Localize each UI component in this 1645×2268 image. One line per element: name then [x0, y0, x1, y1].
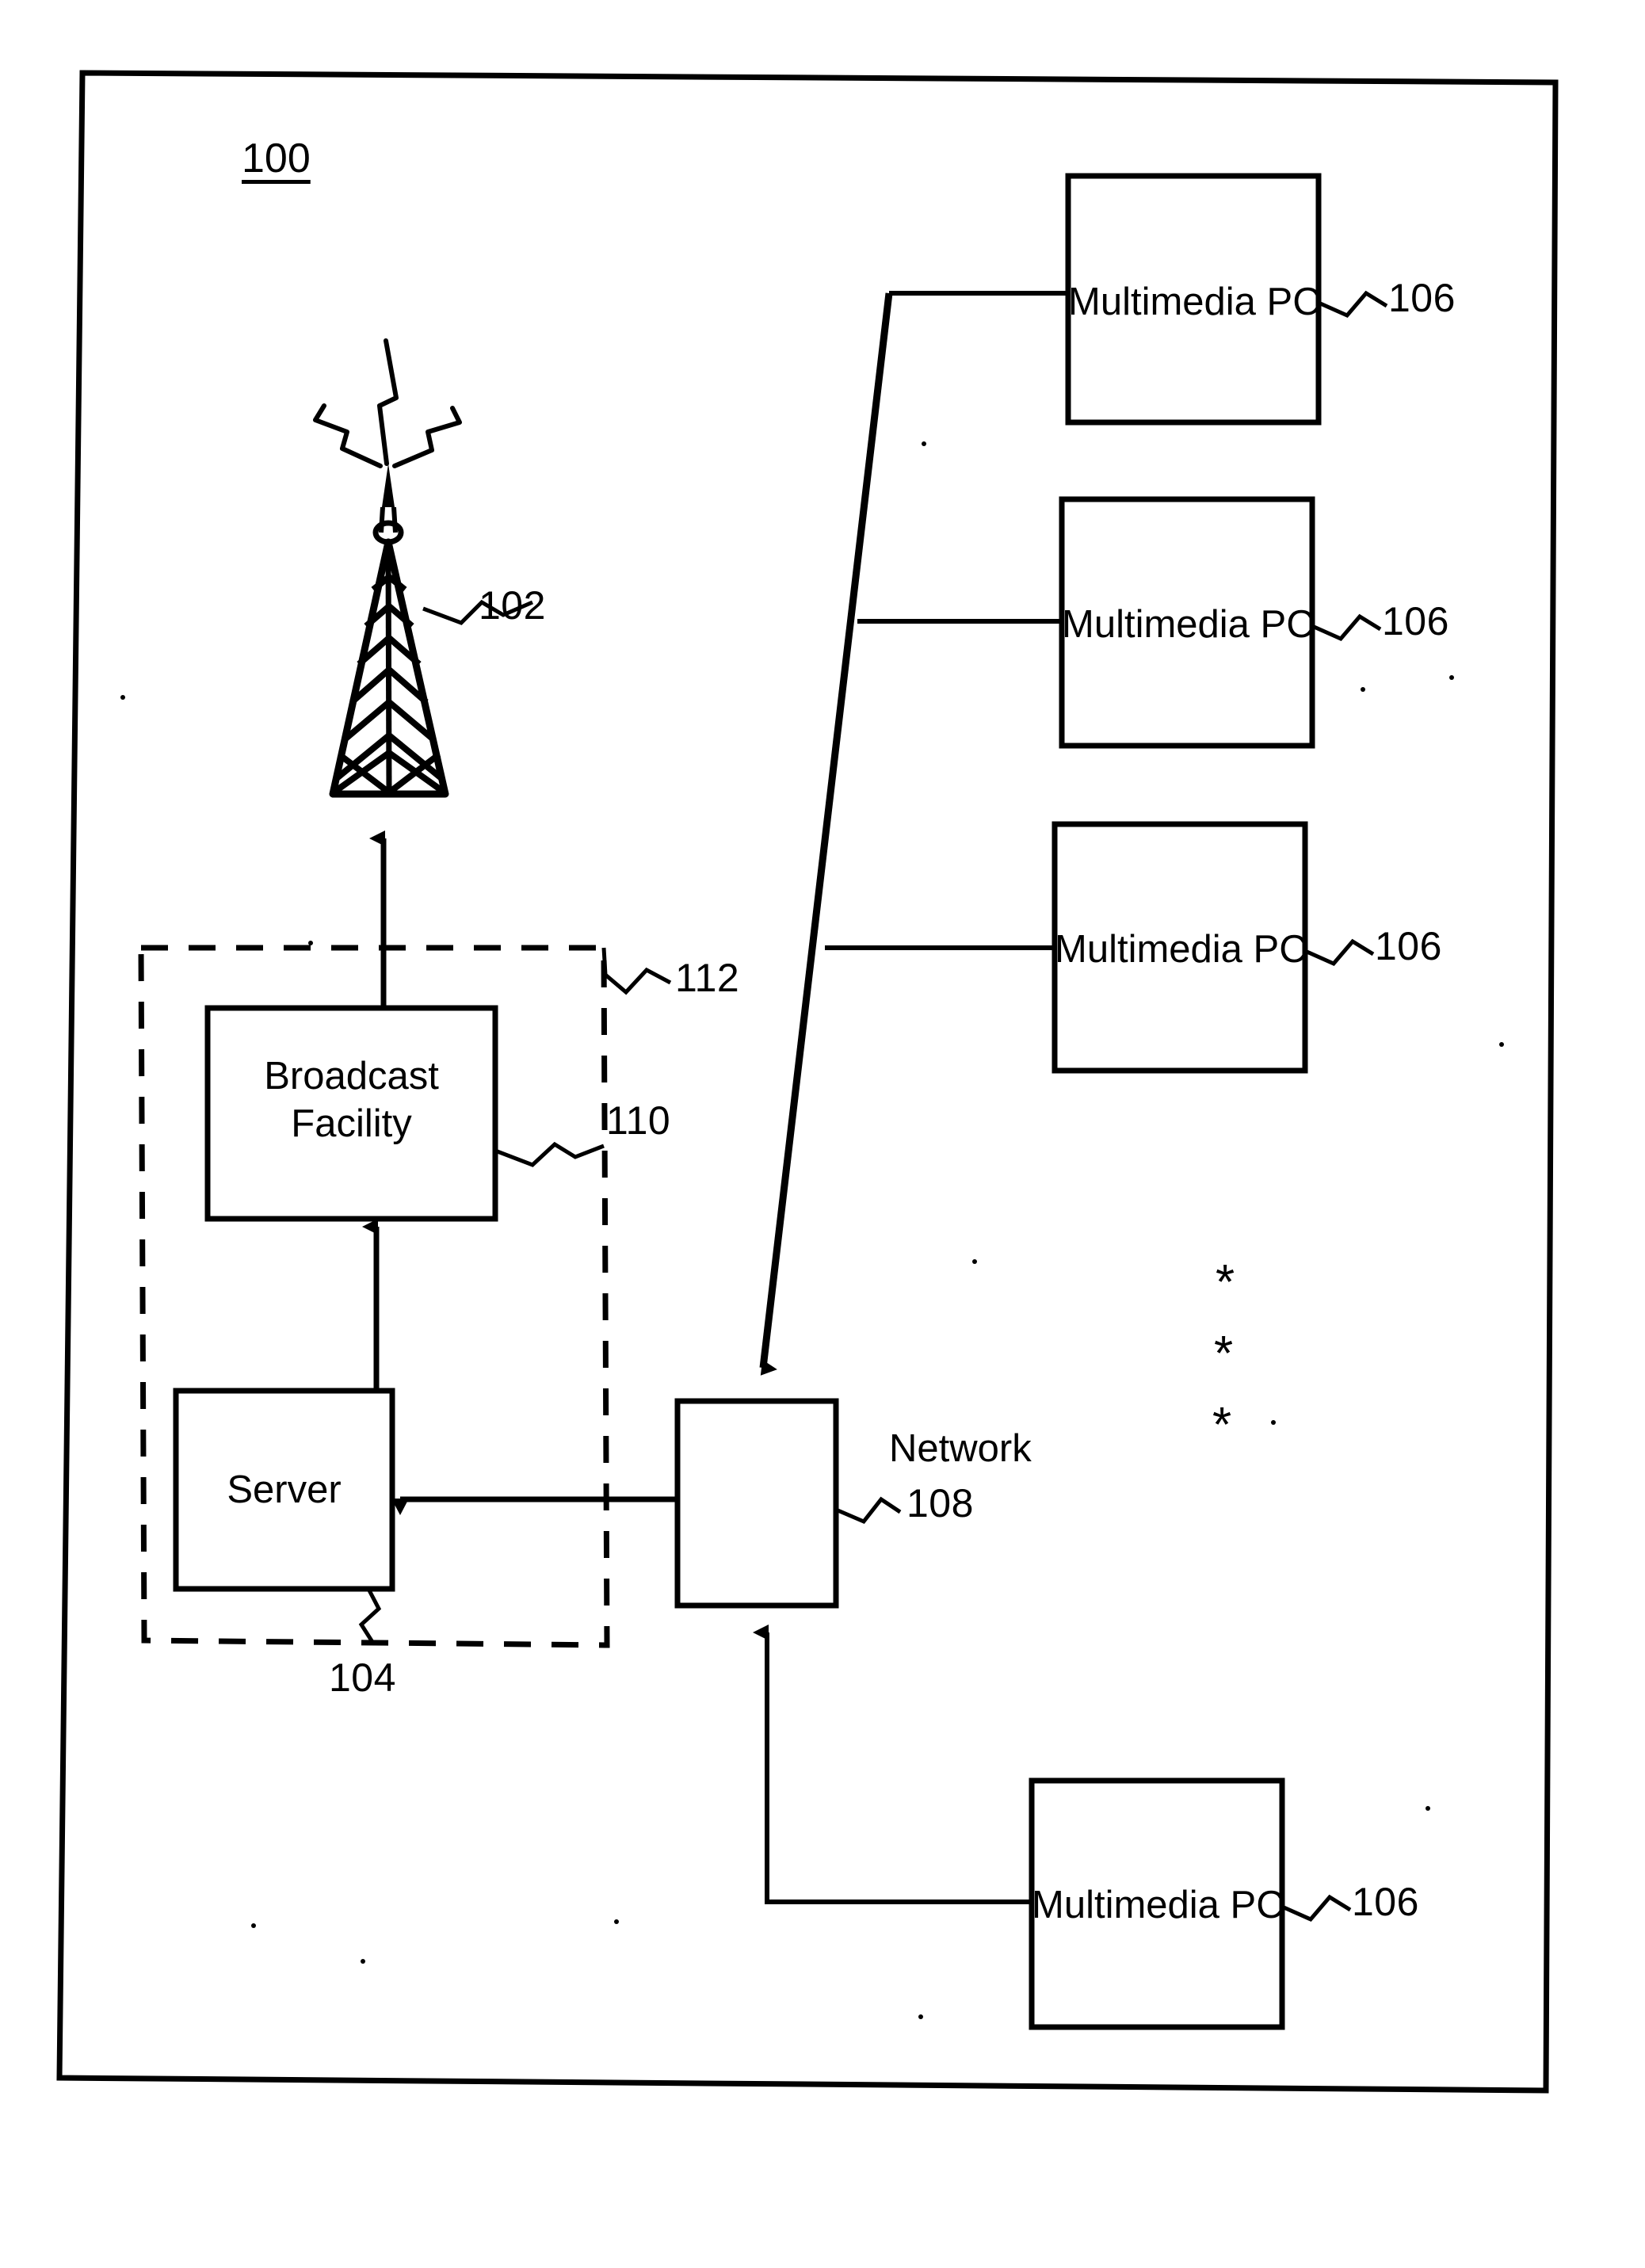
ref-label-106-1: 106	[1388, 276, 1456, 320]
bottom-pc-to-network-path	[753, 1625, 1032, 1904]
network-box[interactable]	[674, 1398, 839, 1609]
multimedia-pc-label-2: Multimedia PC	[1062, 603, 1315, 646]
bus-branches	[825, 291, 1068, 950]
ref-label-108: 108	[906, 1481, 974, 1525]
leader-112	[601, 947, 672, 995]
figure-number: 100	[242, 136, 311, 181]
leader-108	[835, 1496, 902, 1525]
figure-canvas: 100 102 Broadcast Facility 110 112 Serve…	[0, 0, 1645, 2268]
broadcast-facility-label-line2: Facility	[291, 1102, 412, 1145]
ellipsis-asterisk-2: *	[1214, 1327, 1234, 1381]
multimedia-pc-label-1: Multimedia PC	[1068, 281, 1321, 323]
ellipsis-asterisk-3: *	[1212, 1398, 1232, 1453]
ref-label-112: 112	[675, 956, 740, 1000]
ellipsis-asterisk-1: *	[1216, 1255, 1235, 1310]
ref-label-104: 104	[329, 1655, 396, 1700]
leader-104	[358, 1587, 382, 1644]
ref-label-106-3: 106	[1375, 924, 1442, 968]
multimedia-pc-label-4: Multimedia PC	[1032, 1884, 1284, 1926]
antenna-tower-icon	[313, 338, 533, 798]
ref-label-102: 102	[479, 583, 546, 628]
ref-label-110: 110	[606, 1098, 671, 1143]
leader-110	[494, 1141, 605, 1167]
ref-label-106-4: 106	[1352, 1880, 1419, 1924]
ref-label-106-2: 106	[1382, 599, 1449, 643]
network-bus-trunk	[759, 292, 893, 1376]
broadcast-facility-label-line1: Broadcast	[264, 1055, 439, 1098]
multimedia-pc-label-3: Multimedia PC	[1055, 928, 1307, 971]
network-label: Network	[889, 1427, 1032, 1470]
server-label: Server	[227, 1468, 342, 1511]
